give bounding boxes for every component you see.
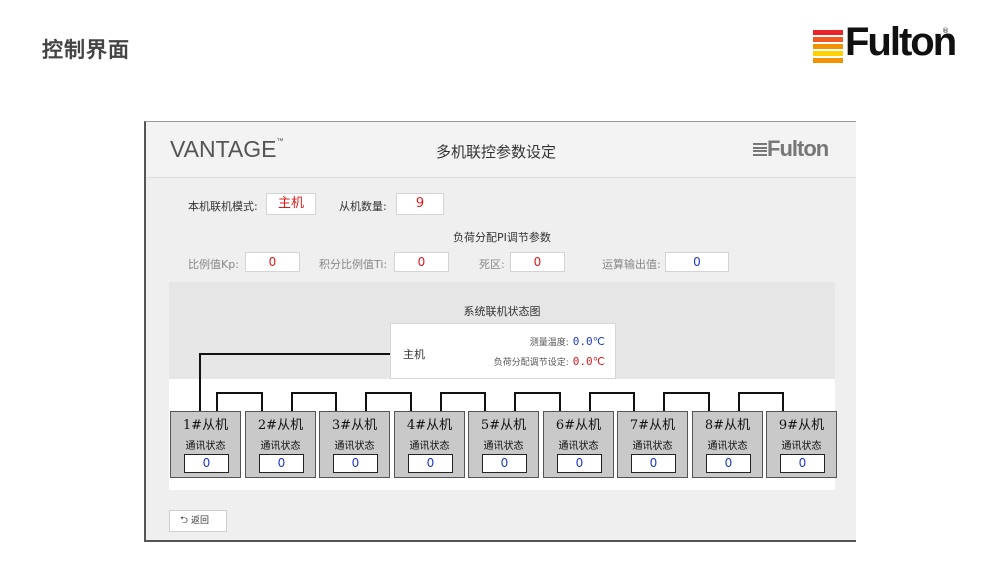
slave-unit: 7#从机通讯状态 0: [617, 411, 688, 478]
ti-label: 积分比例值Ti:: [319, 258, 388, 271]
screen-logo-stripes-icon: [753, 143, 767, 157]
back-button[interactable]: ⮌ 返回: [169, 510, 227, 532]
slave-link-line: [589, 392, 591, 411]
return-arrow-icon: ⮌: [180, 515, 189, 526]
slave-link-line: [514, 392, 516, 411]
slave-name: 8#从机: [704, 418, 751, 433]
slave-link-line: [589, 392, 635, 394]
slave-status-value: 0: [259, 454, 304, 473]
slave-status-label: 通讯状态: [632, 441, 673, 452]
slave-link-line: [365, 392, 412, 394]
master-setpoint: 负荷分配调节设定: 0.0℃: [493, 355, 605, 368]
screen-title: 多机联控参数设定: [436, 143, 557, 161]
slave-unit: 6#从机通讯状态 0: [543, 411, 614, 478]
slave-status-label: 通讯状态: [409, 441, 450, 452]
slave-name: 6#从机: [555, 418, 602, 433]
mode-value[interactable]: 主机: [266, 193, 316, 215]
slave-link-line: [663, 392, 710, 394]
slave-unit: 8#从机通讯状态 0: [692, 411, 763, 478]
slave-status-value: 0: [482, 454, 527, 473]
output-label: 运算输出值:: [602, 258, 661, 271]
kp-value[interactable]: 0: [245, 252, 300, 272]
kp-label: 比例值Kp:: [188, 258, 239, 271]
master-measured-temp: 测量温度: 0.0℃: [529, 335, 605, 348]
mode-label: 本机联机模式:: [188, 200, 258, 213]
slave-status-value: 0: [780, 454, 825, 473]
slave-link-line: [291, 392, 293, 411]
slave-link-line: [514, 392, 561, 394]
slave-link-line: [440, 392, 442, 411]
network-status-diagram: 系统联机状态图 主机 测量温度: 0.0℃ 负荷分配调节设定: 0.0℃ 1#从机通…: [169, 282, 837, 490]
slave-unit: 3#从机通讯状态 0: [319, 411, 390, 478]
slave-name: 7#从机: [629, 418, 676, 433]
slave-name: 4#从机: [406, 418, 453, 433]
slave-name: 2#从机: [257, 418, 304, 433]
master-drop-line: [199, 353, 201, 411]
slave-status-label: 通讯状态: [260, 441, 301, 452]
product-name: VANTAGE™: [170, 136, 284, 162]
logo-registered-mark: ®: [942, 27, 949, 35]
logo-wordmark: Fulton: [845, 20, 957, 64]
deadband-value[interactable]: 0: [510, 252, 565, 272]
slave-unit: 2#从机通讯状态 0: [245, 411, 316, 478]
slave-status-value: 0: [184, 454, 229, 473]
slave-unit: 1#从机通讯状态 0: [170, 411, 241, 478]
ti-value[interactable]: 0: [394, 252, 449, 272]
slave-link-line: [663, 392, 665, 411]
slave-link-line: [440, 392, 486, 394]
fulton-logo: Fulton ®: [813, 22, 965, 65]
slave-link-line: [738, 392, 740, 411]
slave-status-label: 通讯状态: [558, 441, 599, 452]
diagram-title: 系统联机状态图: [463, 305, 541, 318]
slave-link-line: [216, 392, 218, 411]
slave-link-line: [335, 392, 337, 411]
slave-name: 9#从机: [778, 418, 825, 433]
slave-name: 5#从机: [480, 418, 527, 433]
screen-logo: Fulton: [753, 138, 835, 161]
slave-status-label: 通讯状态: [483, 441, 524, 452]
hmi-screen: VANTAGE™ 多机联控参数设定 Fulton 本机联机模式: 主机 从机数量…: [144, 121, 856, 542]
slave-link-line: [365, 392, 367, 411]
slave-status-value: 0: [333, 454, 378, 473]
slave-link-line: [708, 392, 710, 411]
deadband-label: 死区:: [479, 258, 505, 271]
slave-status-value: 0: [408, 454, 453, 473]
slave-status-label: 通讯状态: [185, 441, 226, 452]
pi-section-title: 负荷分配PI调节参数: [453, 231, 551, 244]
slave-status-label: 通讯状态: [334, 441, 375, 452]
slave-status-label: 通讯状态: [781, 441, 822, 452]
slave-unit: 9#从机通讯状态 0: [766, 411, 837, 478]
slave-status-label: 通讯状态: [707, 441, 748, 452]
output-value: 0: [665, 252, 729, 272]
slave-link-line: [633, 392, 635, 411]
slave-status-value: 0: [557, 454, 602, 473]
slave-link-line: [738, 392, 784, 394]
slave-link-line: [410, 392, 412, 411]
master-unit: 主机 测量温度: 0.0℃ 负荷分配调节设定: 0.0℃: [390, 323, 616, 379]
slave-status-value: 0: [631, 454, 676, 473]
master-name: 主机: [403, 348, 425, 361]
slave-unit: 5#从机通讯状态 0: [468, 411, 539, 478]
logo-stripes-icon: [813, 30, 843, 64]
slave-name: 1#从机: [182, 418, 229, 433]
slave-name: 3#从机: [331, 418, 378, 433]
slave-link-line: [261, 392, 263, 411]
page-title: 控制界面: [42, 38, 130, 62]
slave-link-line: [559, 392, 561, 411]
slave-link-line: [782, 392, 784, 411]
slave-link-line: [484, 392, 486, 411]
slave-count-value[interactable]: 9: [396, 193, 444, 215]
screen-header: VANTAGE™ 多机联控参数设定 Fulton: [146, 122, 856, 178]
master-bus-line: [199, 353, 390, 355]
slave-link-line: [291, 392, 337, 394]
slave-count-label: 从机数量:: [339, 200, 387, 213]
slave-unit: 4#从机通讯状态 0: [394, 411, 465, 478]
slave-link-line: [216, 392, 263, 394]
slave-status-value: 0: [706, 454, 751, 473]
